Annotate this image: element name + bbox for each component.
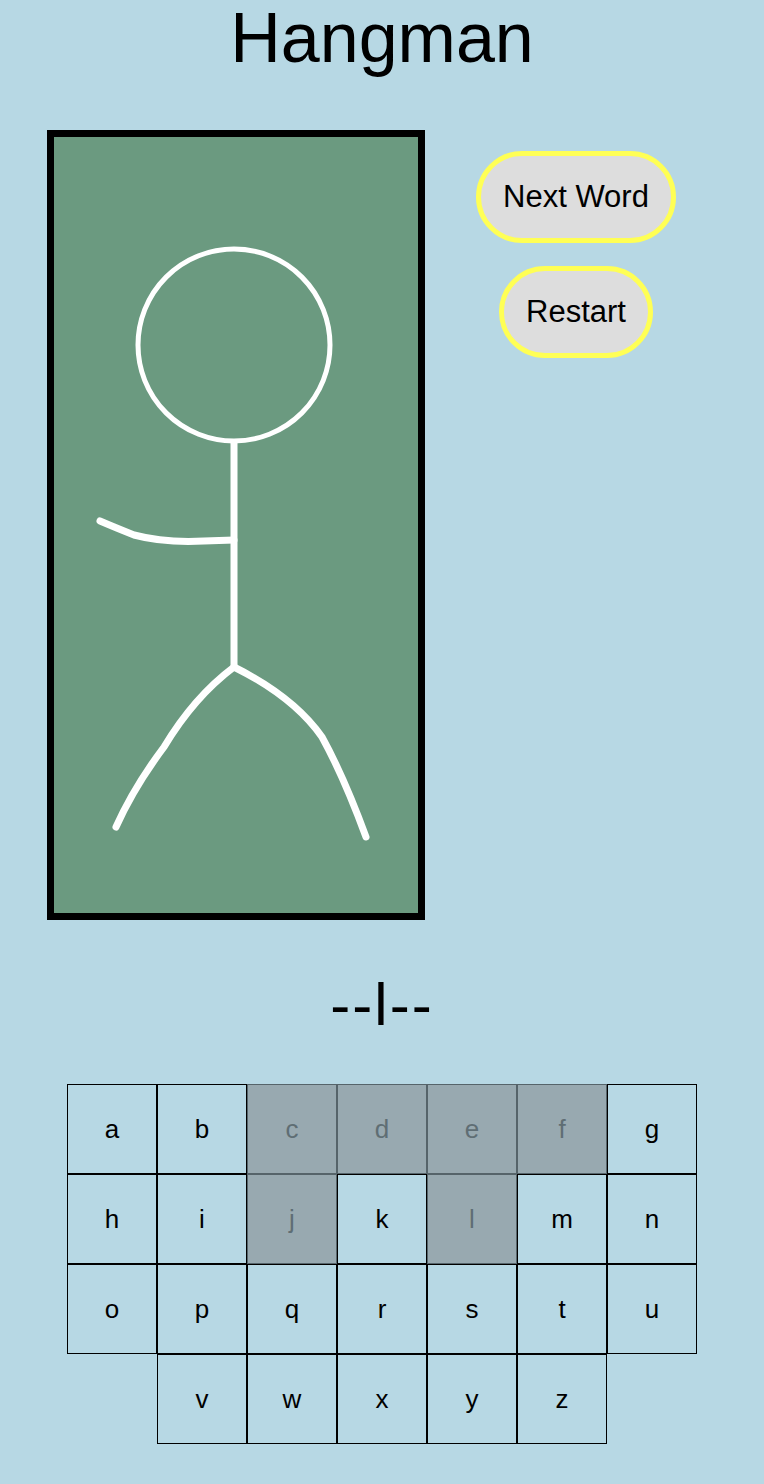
letter-key[interactable]: m bbox=[517, 1174, 607, 1264]
keyboard-row: abcdefg bbox=[67, 1084, 697, 1174]
keyboard-row: vwxyz bbox=[157, 1354, 607, 1444]
control-button[interactable]: Restart bbox=[499, 266, 653, 358]
letter-key[interactable]: n bbox=[607, 1174, 697, 1264]
letter-key[interactable]: p bbox=[157, 1264, 247, 1354]
letter-key[interactable]: z bbox=[517, 1354, 607, 1444]
word-display: --l-- bbox=[330, 970, 433, 1040]
letter-key: l bbox=[427, 1174, 517, 1264]
letter-key[interactable]: q bbox=[247, 1264, 337, 1354]
letter-key[interactable]: y bbox=[427, 1354, 517, 1444]
letter-key[interactable]: t bbox=[517, 1264, 607, 1354]
letter-key: f bbox=[517, 1084, 607, 1174]
letter-key[interactable]: r bbox=[337, 1264, 427, 1354]
keyboard-row: hijklmn bbox=[67, 1174, 697, 1264]
right-leg-part bbox=[234, 667, 366, 837]
left-arm-part bbox=[100, 521, 234, 541]
letter-key[interactable]: a bbox=[67, 1084, 157, 1174]
control-button[interactable]: Next Word bbox=[476, 151, 676, 243]
letter-key[interactable]: x bbox=[337, 1354, 427, 1444]
letter-key: j bbox=[247, 1174, 337, 1264]
keyboard-row: opqrstu bbox=[67, 1264, 697, 1354]
body-part bbox=[231, 443, 238, 667]
controls: Next Word Restart bbox=[465, 130, 687, 358]
game-area: Next Word Restart bbox=[0, 130, 764, 920]
letter-key[interactable]: v bbox=[157, 1354, 247, 1444]
letter-key: c bbox=[247, 1084, 337, 1174]
letter-key[interactable]: u bbox=[607, 1264, 697, 1354]
keyboard: abcdefghijklmnopqrstuvwxyz bbox=[67, 1084, 697, 1444]
title: Hangman bbox=[230, 0, 534, 76]
hangman-page: HangmanNext WordRestart--l--abcdefghijkl… bbox=[0, 0, 764, 1484]
letter-key[interactable]: k bbox=[337, 1174, 427, 1264]
stick-figure bbox=[54, 137, 418, 913]
letter-key: d bbox=[337, 1084, 427, 1174]
left-leg-part bbox=[116, 667, 234, 827]
head-part bbox=[138, 249, 330, 441]
letter-key: e bbox=[427, 1084, 517, 1174]
letter-key[interactable]: o bbox=[67, 1264, 157, 1354]
letter-key[interactable]: s bbox=[427, 1264, 517, 1354]
gallows-board bbox=[47, 130, 425, 920]
letter-key[interactable]: w bbox=[247, 1354, 337, 1444]
letter-key[interactable]: g bbox=[607, 1084, 697, 1174]
letter-key[interactable]: b bbox=[157, 1084, 247, 1174]
letter-key[interactable]: i bbox=[157, 1174, 247, 1264]
letter-key[interactable]: h bbox=[67, 1174, 157, 1264]
